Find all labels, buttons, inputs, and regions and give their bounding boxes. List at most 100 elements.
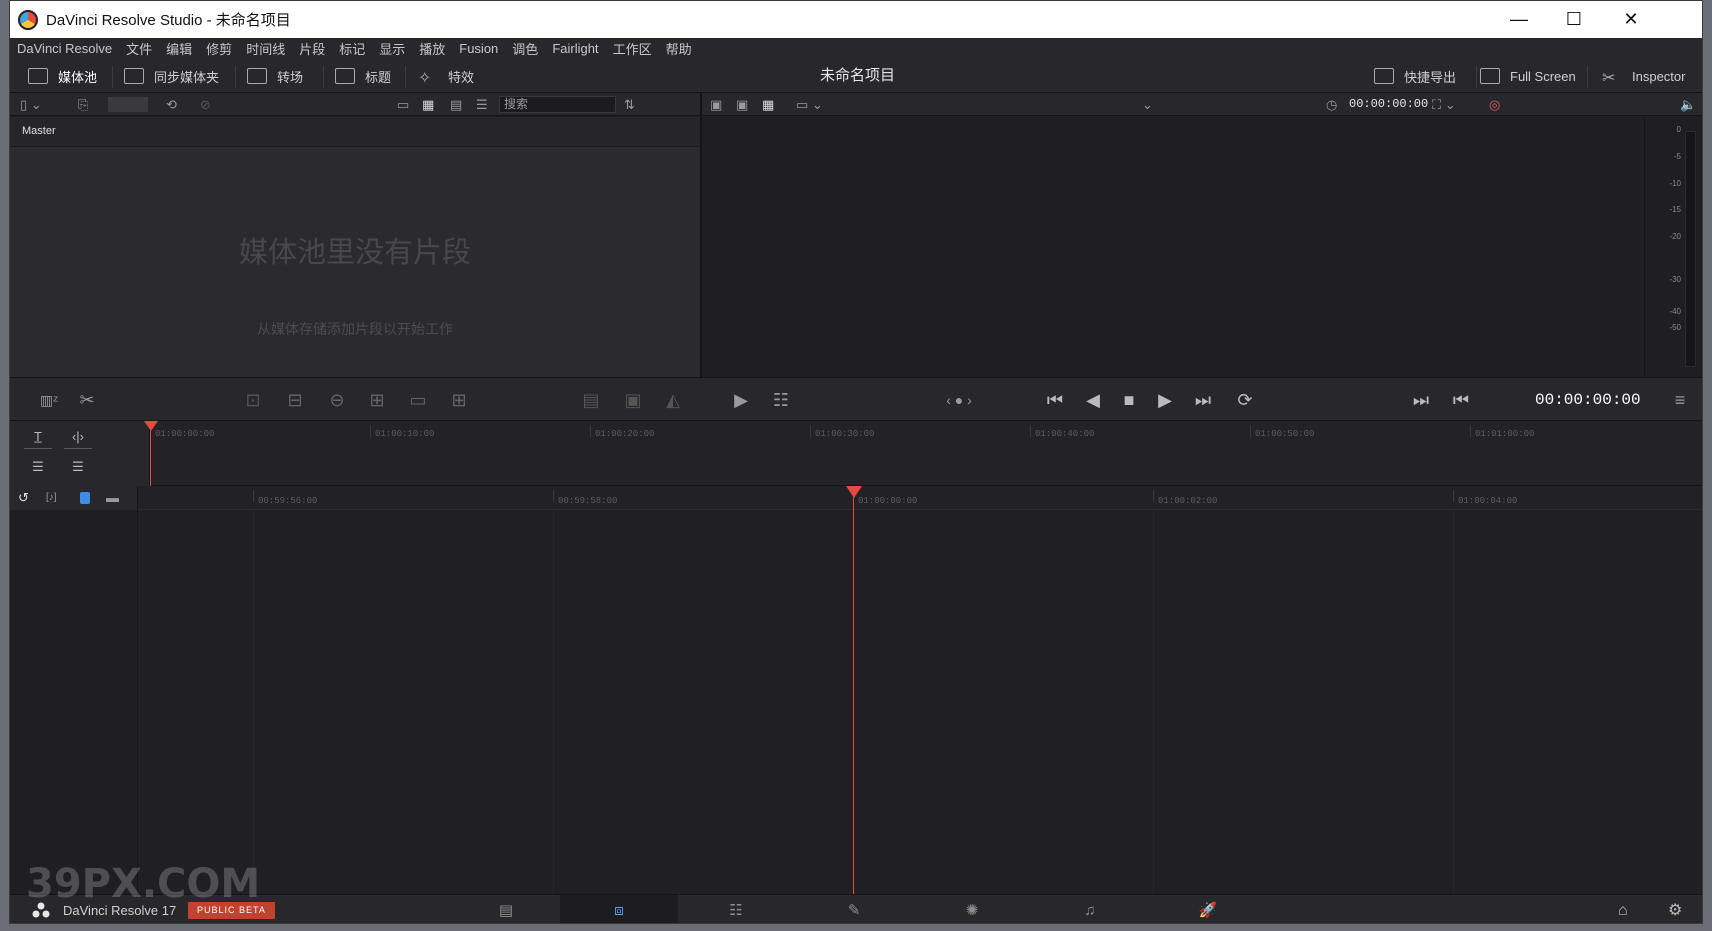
panel-toggle-icon[interactable]: ▯ ⌄	[20, 93, 42, 116]
play-reverse-icon[interactable]: ◀	[1078, 378, 1108, 422]
menu-fusion[interactable]: Fusion	[459, 41, 498, 56]
menu-davinci-resolve[interactable]: DaVinci Resolve	[17, 41, 112, 56]
zoom-audio-icon[interactable]: ☰	[64, 459, 92, 479]
sync-bin-button[interactable]: 同步媒体夹	[124, 59, 219, 93]
source-tape-playback-icon[interactable]: ▶	[726, 378, 756, 422]
lower-ruler[interactable]: 00:59:56:00 00:59:58:00 01:00:00:00 01:0…	[138, 486, 1702, 510]
snapping-icon[interactable]: ↺	[18, 486, 29, 510]
timeline-viewer-icon[interactable]: ▦	[762, 93, 774, 116]
lower-timeline[interactable]: 00:59:56:00 00:59:58:00 01:00:00:00 01:0…	[138, 486, 1702, 894]
source-clip-icon[interactable]: ▣	[710, 93, 722, 116]
refresh-icon[interactable]: ⟲	[166, 93, 177, 116]
replace-clip-icon[interactable]: ⊖	[322, 378, 352, 422]
lower-playhead-marker[interactable]	[846, 486, 862, 498]
insert-clip-icon[interactable]: ⊡	[238, 378, 268, 422]
loop-icon[interactable]: ⟳	[1230, 378, 1260, 422]
viewer-settings-icon[interactable]: ☷	[766, 378, 796, 422]
menu-color[interactable]: 调色	[512, 39, 538, 58]
menu-playback[interactable]: 播放	[419, 39, 445, 58]
menu-workspace[interactable]: 工作区	[613, 39, 652, 58]
trim-icon[interactable]: ‹|›	[64, 429, 92, 449]
menu-help[interactable]: 帮助	[666, 39, 692, 58]
menu-mark[interactable]: 标记	[339, 39, 365, 58]
audio-scrub-icon[interactable]: [♪]	[46, 486, 57, 510]
play-icon[interactable]: ▶	[1150, 378, 1180, 422]
color-page-tab[interactable]: ✺	[913, 895, 1031, 923]
stop-icon[interactable]: ■	[1114, 378, 1144, 422]
media-pool-label: 媒体池	[58, 69, 98, 85]
place-on-top-icon[interactable]: ▭	[403, 378, 433, 422]
list-view-icon[interactable]: ☰	[476, 93, 488, 116]
close-up-icon[interactable]: ▣	[618, 378, 648, 422]
edit-page-tab[interactable]: ☷	[677, 895, 795, 923]
menu-trim[interactable]: 修剪	[206, 39, 232, 58]
audio-volume-icon[interactable]: 🔈	[1680, 93, 1696, 116]
safe-area-icon[interactable]: ▭ ⌄	[796, 93, 823, 116]
quick-export-button[interactable]: 快捷导出	[1374, 59, 1456, 93]
settings-gear-icon[interactable]: ⚙	[1668, 895, 1682, 923]
overwrite-clip-icon[interactable]: ⊟	[280, 378, 310, 422]
home-icon[interactable]: ⌂	[1618, 895, 1628, 923]
go-to-end-icon[interactable]: ⏭	[1188, 378, 1218, 422]
zoom-icon[interactable]: ⛶ ⌄	[1432, 93, 1456, 116]
filmstrip-view-icon[interactable]: ▤	[450, 93, 462, 116]
lower-ruler-label: 01:00:02:00	[1158, 496, 1218, 506]
media-page-tab[interactable]: ▤	[447, 895, 565, 923]
audio-meters: 0 -5 -10 -15 -20 -30 -40 -50	[1644, 117, 1702, 377]
media-pool-button[interactable]: 媒体池	[28, 59, 97, 93]
new-bin-icon[interactable]: ⎘	[78, 93, 88, 116]
source-tape-icon[interactable]: ▣	[736, 93, 748, 116]
track-height-icon[interactable]: ▬	[106, 486, 119, 510]
upper-playhead-marker[interactable]	[144, 421, 158, 431]
thumbnail-view-icon[interactable]: ▦	[422, 93, 434, 116]
previous-edit-icon[interactable]: ⏭	[1406, 378, 1436, 422]
go-to-start-icon[interactable]: ⏮	[1040, 378, 1070, 422]
marker-icon[interactable]	[80, 492, 90, 504]
effects-button[interactable]: ✧ 特效	[418, 59, 474, 93]
smart-insert-icon[interactable]: ▥ᶻ	[34, 378, 64, 422]
menu-edit[interactable]: 编辑	[166, 39, 192, 58]
master-bin-label[interactable]: Master	[22, 125, 56, 137]
menu-view[interactable]: 显示	[379, 39, 405, 58]
viewer-canvas[interactable]	[702, 117, 1644, 377]
link-icon[interactable]: ⊘	[200, 93, 211, 116]
menu-timeline[interactable]: 时间线	[246, 39, 285, 58]
fairlight-page-tab[interactable]: ♫	[1031, 895, 1149, 923]
color-wheel-icon[interactable]: ◎	[1489, 93, 1500, 116]
lower-playhead-line	[853, 486, 854, 894]
options-menu-icon[interactable]: ≡	[1665, 378, 1695, 422]
jog-control-icon[interactable]: ‹ ● ›	[934, 378, 984, 422]
sort-icon[interactable]: ⇅	[624, 93, 635, 116]
viewer-timecode-top[interactable]: 00:00:00:00	[1349, 93, 1428, 116]
upper-timeline-tools: T̲ ‹|› ☰ ☰	[10, 421, 150, 486]
inspector-button[interactable]: ✂ Inspector	[1602, 59, 1685, 93]
menu-fairlight[interactable]: Fairlight	[552, 41, 598, 56]
upper-timeline[interactable]: 01:00:00:00 01:00:10:00 01:00:20:00 01:0…	[144, 421, 1702, 486]
transitions-button[interactable]: 转场	[247, 59, 303, 93]
cut-page-tab[interactable]: ⧈	[560, 895, 678, 923]
next-edit-icon[interactable]: ⏮	[1446, 378, 1476, 422]
viewer-timecode-main[interactable]: 00:00:00:00	[1535, 378, 1641, 422]
metadata-view-icon[interactable]: ▭	[397, 93, 409, 116]
fit-to-fill-icon[interactable]: ⊞	[362, 378, 392, 422]
scissors-icon[interactable]: ✂	[72, 378, 102, 422]
titles-button[interactable]: 标题	[335, 59, 391, 93]
bin-thumbnail-size[interactable]	[108, 97, 148, 112]
minimize-button[interactable]: —	[1490, 1, 1548, 38]
close-button[interactable]: ✕	[1602, 1, 1660, 38]
maximize-button[interactable]: ☐	[1545, 1, 1603, 38]
audio-track-icon[interactable]: ☰	[24, 459, 52, 479]
source-overwrite-icon[interactable]: ◭	[658, 378, 688, 422]
sync-bin-icon	[124, 68, 144, 84]
ripple-overwrite-icon[interactable]: ▤	[576, 378, 606, 422]
append-icon[interactable]: ⊞	[444, 378, 474, 422]
search-input[interactable]: 搜索	[499, 96, 616, 113]
viewer-dropdown-icon[interactable]: ⌄	[1142, 93, 1153, 116]
full-screen-button[interactable]: Full Screen	[1480, 59, 1576, 93]
menu-file[interactable]: 文件	[126, 39, 152, 58]
deliver-page-tab[interactable]: 🚀	[1149, 895, 1267, 923]
track-lock-icon[interactable]: T̲	[24, 429, 52, 449]
menu-clip[interactable]: 片段	[299, 39, 325, 58]
fusion-page-tab[interactable]: ✎	[795, 895, 913, 923]
media-pool-area[interactable]: 媒体池里没有片段 从媒体存储添加片段以开始工作	[10, 147, 700, 377]
